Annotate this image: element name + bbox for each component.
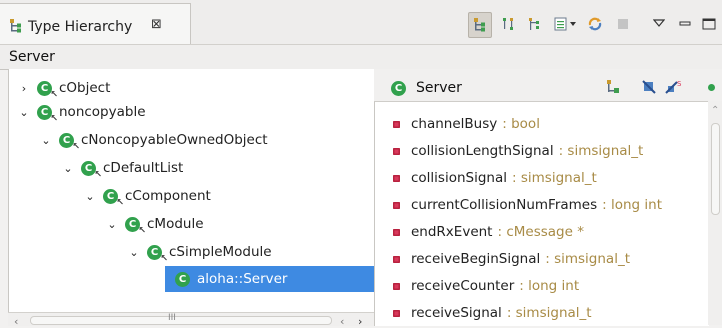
member-name: receiveBeginSignal xyxy=(411,251,541,267)
member-type: : cMessage * xyxy=(497,224,584,240)
member-type: : long int xyxy=(519,278,580,294)
tree-item-cobject[interactable]: › C ↖ cObject xyxy=(17,76,111,100)
class-icon: C ↖ xyxy=(37,80,58,100)
tree-item-aloha-server[interactable]: C aloha::Server xyxy=(165,266,375,292)
tree-item-label: cDefaultList xyxy=(103,160,184,176)
hide-nonpublic-members-icon[interactable] xyxy=(708,84,715,91)
members-panel-title: Server xyxy=(416,80,462,96)
list-item[interactable]: receiveCounter : long int xyxy=(375,274,709,298)
hide-static-members-icon[interactable]: S xyxy=(665,79,683,99)
tree-item-label: cComponent xyxy=(125,188,211,204)
horizontal-scrollbar[interactable]: ‹ III ‹ › xyxy=(8,312,374,328)
scrollbar-thumb[interactable] xyxy=(30,316,332,325)
member-name: collisionSignal xyxy=(411,170,508,186)
private-field-icon xyxy=(393,201,400,209)
close-icon[interactable]: ⊠ xyxy=(151,17,162,32)
scroll-left-icon[interactable]: ‹ xyxy=(14,315,18,328)
scroll-right-icon[interactable]: › xyxy=(358,315,362,328)
private-field-icon xyxy=(393,255,400,263)
hierarchy-view-icon[interactable] xyxy=(468,12,492,38)
hide-fields-icon[interactable] xyxy=(641,79,657,99)
history-dropdown-icon[interactable] xyxy=(552,12,580,36)
member-type: : simsignal_t xyxy=(545,251,631,267)
member-type: : simsignal_t xyxy=(558,143,644,159)
tree-item-label: cModule xyxy=(147,216,204,232)
supertype-view-icon[interactable] xyxy=(498,12,520,36)
chevron-down-icon[interactable]: ⌄ xyxy=(61,162,75,175)
member-name: receiveSignal xyxy=(411,305,502,321)
private-field-icon xyxy=(393,120,400,128)
list-item[interactable]: channelBusy : bool xyxy=(375,112,709,136)
scroll-up-icon[interactable]: ⌃ xyxy=(711,105,719,116)
scrollbar-thumb[interactable] xyxy=(711,123,720,215)
tree-item-csimplemodule[interactable]: ⌄ C ↖ cSimpleModule xyxy=(127,240,272,264)
chevron-down-icon[interactable]: ⌄ xyxy=(39,134,53,147)
member-name: collisionLengthSignal xyxy=(411,143,554,159)
private-field-icon xyxy=(393,282,400,290)
tree-item-noncopyable[interactable]: ⌄ C ↖ noncopyable xyxy=(17,100,146,124)
member-type: : simsignal_t xyxy=(512,170,597,186)
class-icon: C ↖ xyxy=(103,188,124,208)
hierarchy-description-bar: Server xyxy=(0,44,722,70)
chevron-down-icon[interactable]: ⌄ xyxy=(105,218,119,231)
class-icon: C ↖ xyxy=(81,160,102,180)
class-icon: C xyxy=(391,80,406,96)
private-field-icon xyxy=(393,147,400,155)
member-name: receiveCounter xyxy=(411,278,515,294)
tree-item-cnoncopyableownedobject[interactable]: ⌄ C ↖ cNoncopyableOwnedObject xyxy=(39,128,268,152)
class-icon: C ↖ xyxy=(147,244,168,264)
tree-item-label: noncopyable xyxy=(59,104,146,120)
list-item[interactable]: endRxEvent : cMessage * xyxy=(375,220,709,244)
tab-title: Type Hierarchy xyxy=(28,19,133,35)
scroll-left-step-icon[interactable]: ‹ xyxy=(340,315,344,328)
member-type: : simsignal_t xyxy=(506,305,592,321)
tree-item-label: cNoncopyableOwnedObject xyxy=(81,132,268,148)
subtype-view-icon[interactable] xyxy=(524,12,546,36)
svg-text:S: S xyxy=(677,80,682,88)
tree-item-label: aloha::Server xyxy=(197,271,288,287)
show-inherited-members-icon[interactable] xyxy=(606,79,622,99)
tree-item-ccomponent[interactable]: ⌄ C ↖ cComponent xyxy=(83,184,211,208)
class-icon: C ↖ xyxy=(37,104,58,124)
list-item[interactable]: currentCollisionNumFrames : long int xyxy=(375,193,709,217)
maximize-icon[interactable] xyxy=(698,12,720,36)
member-type: : bool xyxy=(502,116,540,132)
type-tree[interactable]: › C ↖ cObject ⌄ C ↖ noncopyable ⌄ C ↖ cNonc… xyxy=(8,69,376,325)
tree-item-label: cSimpleModule xyxy=(169,244,272,260)
list-item[interactable]: receiveSignal : simsignal_t xyxy=(375,301,709,325)
scroll-grip: III xyxy=(168,313,176,323)
hierarchy-subject: Server xyxy=(9,49,55,65)
list-item[interactable]: collisionLengthSignal : simsignal_t xyxy=(375,139,709,163)
chevron-down-icon[interactable]: ⌄ xyxy=(83,190,97,203)
vertical-scrollbar[interactable]: ⌃ xyxy=(708,101,722,325)
tree-item-cmodule[interactable]: ⌄ C ↖ cModule xyxy=(105,212,204,236)
minimize-icon[interactable] xyxy=(674,12,696,36)
list-item[interactable]: receiveBeginSignal : simsignal_t xyxy=(375,247,709,271)
tree-item-label: cObject xyxy=(59,80,111,96)
private-field-icon xyxy=(393,309,400,317)
class-icon: C ↖ xyxy=(125,216,146,236)
tree-item-cdefaultlist[interactable]: ⌄ C ↖ cDefaultList xyxy=(61,156,183,180)
chevron-down-icon[interactable]: ⌄ xyxy=(127,246,141,259)
refresh-icon[interactable] xyxy=(584,12,606,36)
chevron-down-icon[interactable]: ⌄ xyxy=(17,106,31,119)
member-name: currentCollisionNumFrames xyxy=(411,197,598,213)
class-icon: C xyxy=(175,271,190,287)
stop-icon[interactable] xyxy=(612,12,634,36)
view-toolbar xyxy=(462,12,722,38)
view-menu-icon[interactable] xyxy=(648,12,670,36)
chevron-right-icon[interactable]: › xyxy=(17,82,31,95)
type-hierarchy-icon xyxy=(9,18,23,38)
member-type: : long int xyxy=(602,197,663,213)
class-icon: C ↖ xyxy=(59,132,80,152)
member-name: channelBusy xyxy=(411,116,498,132)
private-field-icon xyxy=(393,228,400,236)
member-name: endRxEvent xyxy=(411,224,493,240)
members-list[interactable]: channelBusy : bool collisionLengthSignal… xyxy=(374,101,709,326)
private-field-icon xyxy=(393,174,400,182)
list-item[interactable]: collisionSignal : simsignal_t xyxy=(375,166,709,190)
